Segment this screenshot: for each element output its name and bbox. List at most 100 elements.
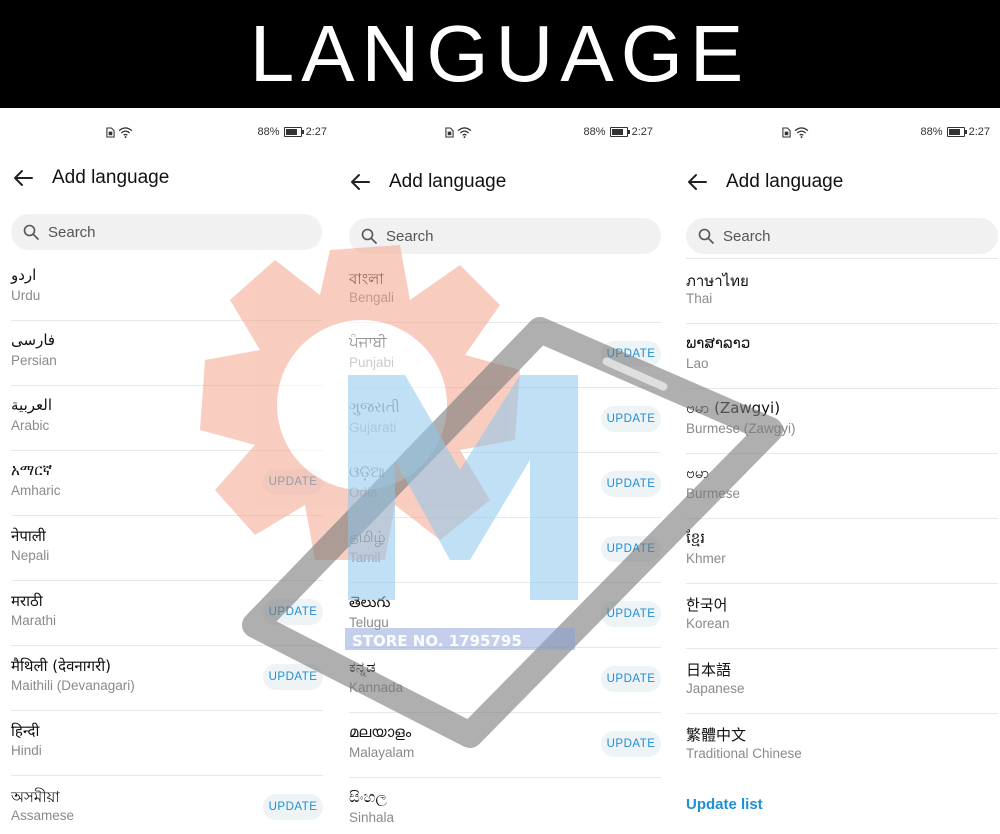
language-native-name: தமிழ் <box>349 528 386 546</box>
language-item[interactable]: हिन्दी Hindi <box>11 711 323 776</box>
status-bar: 88% 2:27 <box>0 124 337 144</box>
language-item[interactable]: ਪੰਜਾਬੀ Punjabi UPDATE <box>349 323 661 388</box>
language-english-name: Burmese (Zawgyi) <box>686 421 796 436</box>
battery-percent: 88% <box>583 126 606 138</box>
language-native-name: አማርኛ <box>11 461 53 479</box>
status-bar: 88% 2:27 <box>674 124 1000 144</box>
search-icon <box>23 224 39 240</box>
language-native-name: മലയാളം <box>349 723 412 741</box>
language-item[interactable]: አማርኛ Amharic UPDATE <box>11 451 323 516</box>
language-english-name: Marathi <box>11 613 57 628</box>
language-english-name: Khmer <box>686 551 726 566</box>
language-item[interactable]: العربية Arabic <box>11 386 323 451</box>
update-button[interactable]: UPDATE <box>601 536 661 562</box>
update-list-link[interactable]: Update list <box>686 796 763 813</box>
update-button[interactable]: UPDATE <box>601 406 661 432</box>
banner: LANGUAGE <box>0 0 1000 108</box>
update-button[interactable]: UPDATE <box>601 471 661 497</box>
language-native-name: العربية <box>11 396 52 414</box>
language-english-name: Arabic <box>11 418 50 433</box>
language-english-name: Korean <box>686 616 730 631</box>
language-english-name: Japanese <box>686 681 745 696</box>
language-item[interactable]: ខ្មែរ Khmer <box>686 519 998 584</box>
language-item[interactable]: اردو Urdu <box>11 256 323 321</box>
update-button[interactable]: UPDATE <box>263 664 323 690</box>
update-button[interactable]: UPDATE <box>601 731 661 757</box>
language-item[interactable]: ગુજરાતી Gujarati UPDATE <box>349 388 661 453</box>
battery-icon <box>609 127 630 137</box>
back-arrow-icon[interactable] <box>12 167 34 189</box>
language-native-name: తెలుగు <box>349 593 391 611</box>
back-arrow-icon[interactable] <box>349 171 371 193</box>
clock: 2:27 <box>631 126 653 138</box>
language-english-name: Bengali <box>349 290 395 305</box>
language-item[interactable]: मैथिली (देवनागरी) Maithili (Devanagari) UP… <box>11 646 323 711</box>
language-english-name: Malayalam <box>349 745 415 760</box>
language-english-name: Amharic <box>11 483 61 498</box>
language-native-name: मैथिली (देवनागरी) <box>11 657 111 675</box>
language-item[interactable]: অসমীয়া Assamese UPDATE <box>11 776 323 834</box>
language-item[interactable]: 한국어 Korean <box>686 584 998 649</box>
app-header: Add language <box>12 160 169 196</box>
language-native-name: ພາສາລາວ <box>686 334 751 352</box>
sim-icon <box>782 127 791 141</box>
language-english-name: Lao <box>686 356 709 371</box>
search-input[interactable]: Search <box>11 214 322 250</box>
language-item[interactable]: नेपाली Nepali <box>11 516 323 581</box>
language-native-name: नेपाली <box>11 527 46 545</box>
search-placeholder: Search <box>48 223 96 241</box>
language-english-name: Punjabi <box>349 355 395 370</box>
search-input[interactable]: Search <box>349 218 661 254</box>
update-button[interactable]: UPDATE <box>263 794 323 820</box>
language-english-name: Odia <box>349 485 378 500</box>
language-item[interactable]: 繁體中文 Traditional Chinese <box>686 714 998 778</box>
language-english-name: Thai <box>686 291 713 306</box>
language-item[interactable]: 日本語 Japanese <box>686 649 998 714</box>
screen-panel-1: 88% 2:27 Add language Search اردو Urdu فارسی Pe… <box>0 108 337 834</box>
language-item[interactable]: தமிழ் Tamil UPDATE <box>349 518 661 583</box>
language-english-name: Kannada <box>349 680 404 695</box>
language-english-name: Sinhala <box>349 810 395 825</box>
update-button[interactable]: UPDATE <box>601 666 661 692</box>
update-button[interactable]: UPDATE <box>601 601 661 627</box>
search-icon <box>361 228 377 244</box>
battery-percent: 88% <box>257 126 280 138</box>
back-arrow-icon[interactable] <box>686 171 708 193</box>
sim-icon <box>106 127 115 141</box>
language-item[interactable]: ဗမာ Burmese <box>686 454 998 519</box>
banner-title: LANGUAGE <box>249 9 751 98</box>
language-item[interactable]: മലയാളം Malayalam UPDATE <box>349 713 661 778</box>
update-button[interactable]: UPDATE <box>601 341 661 367</box>
battery-icon <box>946 127 967 137</box>
language-item[interactable]: मराठी Marathi UPDATE <box>11 581 323 646</box>
language-item[interactable]: বাংলা Bengali <box>349 258 661 323</box>
language-item[interactable]: සිංහල Sinhala <box>349 778 661 834</box>
language-english-name: Nepali <box>11 548 50 563</box>
battery-icon <box>283 127 304 137</box>
language-native-name: ខ្មែរ <box>686 529 706 547</box>
language-native-name: ဗမာ (Zawgyi) <box>686 399 781 417</box>
language-native-name: ಕನ್ನಡ <box>349 658 376 676</box>
update-button[interactable]: UPDATE <box>263 469 323 495</box>
language-english-name: Gujarati <box>349 420 397 435</box>
update-button[interactable]: UPDATE <box>263 599 323 625</box>
language-item[interactable]: తెలుగు Telugu UPDATE <box>349 583 661 648</box>
language-item[interactable]: ଓଡ଼ିଆ Odia UPDATE <box>349 453 661 518</box>
language-item[interactable]: ພາສາລາວ Lao <box>686 324 998 389</box>
language-list: ภาษาไทย Thai ພາສາລາວ Lao ဗမာ (Zawgyi) Burmese… <box>686 258 998 778</box>
language-english-name: Burmese <box>686 486 741 501</box>
language-item[interactable]: ಕನ್ನಡ Kannada UPDATE <box>349 648 661 713</box>
language-item[interactable]: ภาษาไทย Thai <box>686 259 998 324</box>
language-native-name: ਪੰਜਾਬੀ <box>349 333 387 351</box>
language-english-name: Assamese <box>11 808 75 823</box>
search-icon <box>698 228 714 244</box>
language-list: বাংলা Bengali ਪੰਜਾਬੀ Punjabi UPDATE ગુજરાતી Gu… <box>349 258 661 834</box>
page-title: Add language <box>52 167 170 188</box>
language-item[interactable]: فارسی Persian <box>11 321 323 386</box>
language-english-name: Tamil <box>349 550 381 565</box>
language-native-name: සිංහල <box>349 788 387 806</box>
search-placeholder: Search <box>386 227 434 245</box>
language-native-name: ଓଡ଼ିଆ <box>349 463 385 481</box>
search-input[interactable]: Search <box>686 218 998 254</box>
language-item[interactable]: ဗမာ (Zawgyi) Burmese (Zawgyi) <box>686 389 998 454</box>
